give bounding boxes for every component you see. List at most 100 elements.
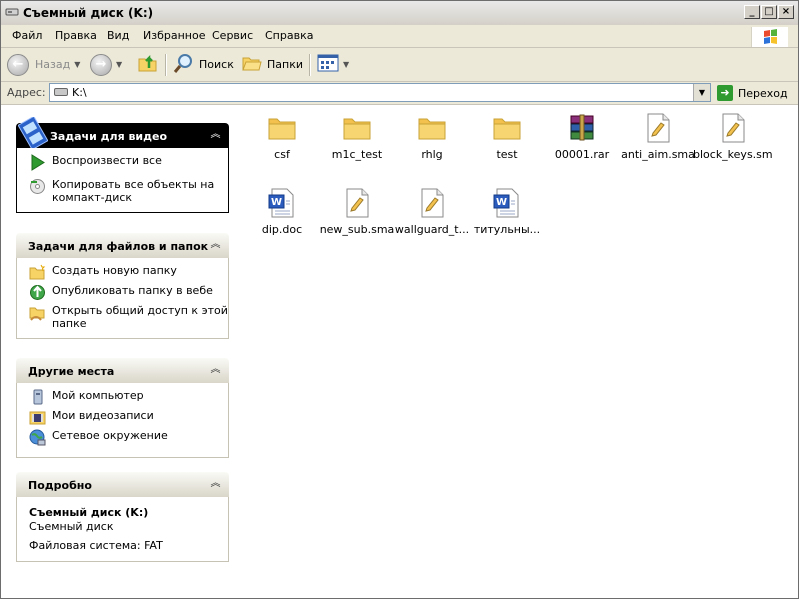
folders-icon	[241, 52, 263, 77]
collapse-icon[interactable]: ︽	[209, 238, 222, 251]
task-play-all[interactable]: Воспроизвести все	[17, 154, 228, 174]
sma-file-icon	[618, 112, 698, 144]
file-item[interactable]: W dip.doc	[242, 187, 322, 236]
toolbar-separator	[165, 54, 167, 76]
video-tasks-body: Воспроизвести все Копировать все объекты…	[16, 148, 229, 213]
svg-text:W: W	[271, 197, 282, 208]
up-folder-button[interactable]	[137, 52, 159, 77]
drive-icon	[54, 88, 68, 96]
file-item[interactable]: wallguard_t...	[392, 187, 472, 236]
search-icon	[173, 52, 195, 77]
menu-tools[interactable]: Сервис	[212, 29, 253, 42]
file-name: csf	[274, 148, 290, 161]
sma-file-icon	[392, 187, 472, 219]
back-arrow-icon: ←	[7, 53, 29, 76]
place-network[interactable]: Сетевое окружение	[17, 429, 228, 449]
details-title: Подробно	[28, 479, 92, 492]
search-button[interactable]: Поиск	[173, 52, 234, 77]
folder-icon	[392, 112, 472, 144]
address-dropdown-button[interactable]: ▼	[693, 84, 710, 101]
folder-item[interactable]: test	[467, 112, 547, 161]
file-item[interactable]: block_keys.sma	[693, 112, 773, 161]
address-bar: Адрес: K:\ ▼ ➜ Переход	[1, 82, 798, 105]
folder-item[interactable]: m1c_test	[317, 112, 397, 161]
video-tasks-header[interactable]: Задачи для видео ︽	[16, 115, 229, 151]
maximize-button[interactable]: □	[761, 5, 777, 19]
file-item[interactable]: 00001.rar	[542, 112, 622, 161]
menu-view[interactable]: Вид	[107, 29, 129, 42]
go-arrow-icon: ➜	[717, 85, 733, 101]
go-button[interactable]: ➜ Переход	[717, 84, 788, 102]
task-label: Воспроизвести все	[52, 154, 162, 167]
task-label: Мой компьютер	[52, 389, 144, 402]
menu-help[interactable]: Справка	[265, 29, 313, 42]
other-places-panel: Другие места ︽ Мой компьютер Мои видеоза…	[16, 358, 229, 458]
chevron-down-icon: ▼	[74, 60, 81, 69]
details-header[interactable]: Подробно ︽	[16, 472, 229, 497]
sma-file-icon	[317, 187, 397, 219]
folder-item[interactable]: rhlg	[392, 112, 472, 161]
file-tasks-title: Задачи для файлов и папок	[28, 240, 209, 253]
file-item[interactable]: W титульны...	[467, 187, 547, 236]
details-type: Съемный диск	[29, 520, 114, 533]
folder-icon	[467, 112, 547, 144]
menu-file[interactable]: Файл	[12, 29, 42, 42]
my-computer-icon	[29, 389, 46, 406]
forward-button[interactable]: → ▼	[90, 52, 122, 77]
task-label: Опубликовать папку в вебе	[52, 284, 213, 297]
address-value: K:\	[72, 86, 87, 99]
cd-copy-icon	[29, 178, 46, 195]
address-input[interactable]: K:\ ▼	[49, 83, 711, 102]
network-globe-icon	[29, 429, 46, 446]
video-filmstrip-icon	[17, 115, 49, 151]
task-copy-to-cd[interactable]: Копировать все объекты на компакт-диск	[17, 178, 228, 204]
place-my-computer[interactable]: Мой компьютер	[17, 389, 228, 409]
folder-item[interactable]: csf	[242, 112, 322, 161]
file-name: anti_aim.sma	[621, 148, 695, 161]
content-area: Задачи для видео ︽ Воспроизвести все Коп…	[1, 105, 798, 598]
minimize-button[interactable]: _	[744, 5, 760, 19]
place-my-videos[interactable]: Мои видеозаписи	[17, 409, 228, 429]
explorer-window: Съемный диск (K:) _ □ × Файл Правка Вид …	[0, 0, 799, 599]
up-folder-icon	[137, 52, 159, 77]
other-places-title: Другие места	[28, 365, 115, 378]
file-tasks-header[interactable]: Задачи для файлов и папок ︽	[16, 233, 229, 258]
rar-archive-icon	[542, 112, 622, 144]
close-button[interactable]: ×	[778, 5, 794, 19]
menu-bar: Файл Правка Вид Избранное Сервис Справка	[1, 25, 798, 48]
menu-favorites[interactable]: Избранное	[143, 29, 205, 42]
views-button[interactable]: ▼	[317, 52, 349, 77]
collapse-icon[interactable]: ︽	[209, 363, 222, 376]
task-publish-web[interactable]: Опубликовать папку в вебе	[17, 284, 228, 304]
details-panel: Подробно ︽ Съемный диск (K:) Съемный дис…	[16, 472, 229, 562]
task-new-folder[interactable]: Создать новую папку	[17, 264, 228, 284]
file-name: титульны...	[473, 223, 541, 236]
task-share-folder[interactable]: Открыть общий доступ к этой папке	[17, 304, 228, 330]
title-bar[interactable]: Съемный диск (K:) _ □ ×	[1, 1, 798, 26]
file-name: wallguard_t...	[394, 223, 470, 236]
file-name: m1c_test	[331, 148, 383, 161]
task-label: Открыть общий доступ к этой папке	[52, 304, 228, 330]
svg-text:W: W	[496, 197, 507, 208]
back-button[interactable]: ← Назад ▼	[7, 52, 80, 77]
video-tasks-title: Задачи для видео	[50, 130, 168, 143]
file-name: dip.doc	[261, 223, 303, 236]
file-item[interactable]: anti_aim.sma	[618, 112, 698, 161]
window-title: Съемный диск (K:)	[23, 6, 154, 20]
other-places-header[interactable]: Другие места ︽	[16, 358, 229, 383]
folders-label: Папки	[267, 58, 303, 71]
collapse-icon[interactable]: ︽	[209, 128, 222, 141]
details-body: Съемный диск (K:) Съемный диск Файловая …	[16, 497, 229, 562]
video-tasks-panel: Задачи для видео ︽ Воспроизвести все Коп…	[16, 115, 229, 213]
menu-edit[interactable]: Правка	[55, 29, 97, 42]
sma-file-icon	[693, 112, 773, 144]
details-filesystem: Файловая система: FAT	[29, 539, 163, 552]
task-label: Копировать все объекты на компакт-диск	[52, 178, 215, 204]
file-tasks-body: Создать новую папку Опубликовать папку в…	[16, 258, 229, 339]
collapse-icon[interactable]: ︽	[209, 477, 222, 490]
folders-button[interactable]: Папки	[241, 52, 303, 77]
back-label: Назад	[35, 58, 71, 71]
file-item[interactable]: new_sub.sma	[317, 187, 397, 236]
task-label: Мои видеозаписи	[52, 409, 154, 422]
file-name: new_sub.sma	[319, 223, 395, 236]
